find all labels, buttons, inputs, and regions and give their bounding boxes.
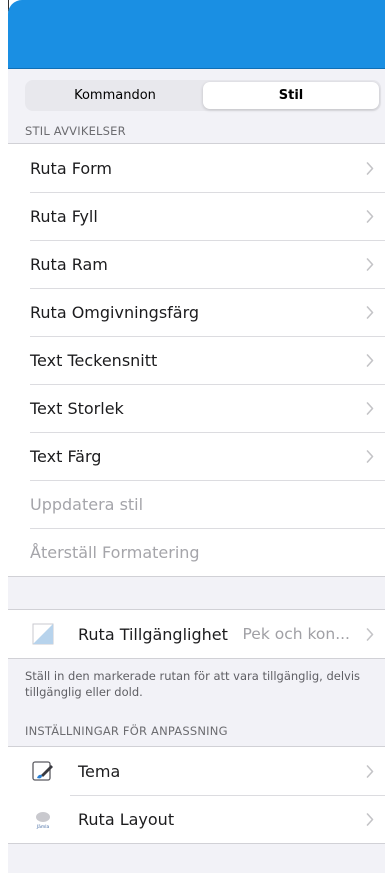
row-text-storlek[interactable]: Text Storlek: [8, 384, 385, 432]
row-label: Ruta Omgivningsfärg: [30, 302, 200, 322]
accessibility-value: Pek och kon...: [242, 625, 350, 643]
chevron-right-icon: [362, 209, 374, 223]
chevron-right-icon: [362, 449, 374, 463]
row-label: Ruta Tillgänglighet: [78, 624, 228, 644]
style-options-group: Ruta Form Ruta Fyll Ruta Ram Ruta Omgivn…: [8, 143, 385, 577]
row-label: Ruta Ram: [30, 254, 108, 274]
segmented-control: Kommandon Stil: [25, 80, 381, 111]
chevron-right-icon: [362, 401, 374, 415]
row-label: Text Färg: [30, 446, 102, 466]
tab-kommandon[interactable]: Kommandon: [27, 82, 203, 109]
customization-section-header: INSTÄLLNINGAR FÖR ANPASSNING: [25, 724, 228, 738]
row-label: Ruta Form: [30, 158, 113, 178]
row-label: Ruta Fyll: [30, 206, 98, 226]
chevron-right-icon: [362, 305, 374, 319]
segment-wrapper: Kommandon Stil: [8, 69, 385, 119]
triangle-half-icon: [30, 621, 56, 647]
tab-stil[interactable]: Stil: [203, 82, 379, 109]
row-label: Ruta Layout: [78, 809, 175, 829]
customization-group: Tema Jämla Ruta Layout: [8, 746, 385, 844]
chevron-right-icon: [362, 764, 374, 778]
row-ruta-layout[interactable]: Jämla Ruta Layout: [8, 795, 385, 843]
reset-formatting-button[interactable]: Återställ Formatering: [8, 528, 385, 576]
row-label: Text Teckensnitt: [30, 350, 158, 370]
accessibility-group: Ruta Tillgänglighet Pek och kon...: [8, 609, 385, 659]
row-tema[interactable]: Tema: [8, 747, 385, 795]
row-label: Tema: [78, 761, 121, 781]
row-ruta-omgivningsfarg[interactable]: Ruta Omgivningsfärg: [8, 288, 385, 336]
style-section-header: STIL AVVIKELSER: [25, 124, 126, 138]
chevron-right-icon: [362, 257, 374, 271]
chevron-right-icon: [362, 627, 374, 641]
row-ruta-ram[interactable]: Ruta Ram: [8, 240, 385, 288]
row-text-farg[interactable]: Text Färg: [8, 432, 385, 480]
row-text-teckensnitt[interactable]: Text Teckensnitt: [8, 336, 385, 384]
paint-brush-icon: [30, 758, 56, 784]
update-style-button[interactable]: Uppdatera stil: [8, 480, 385, 528]
settings-panel: Kommandon Stil STIL AVVIKELSER Ruta Form…: [8, 0, 385, 873]
chevron-right-icon: [362, 812, 374, 826]
top-bar: [8, 0, 385, 69]
row-ruta-form[interactable]: Ruta Form: [8, 144, 385, 192]
chevron-right-icon: [362, 353, 374, 367]
row-ruta-tillganglighet[interactable]: Ruta Tillgänglighet Pek och kon...: [8, 610, 385, 658]
cell-layout-icon: Jämla: [30, 806, 56, 832]
chevron-right-icon: [362, 161, 374, 175]
accessibility-footnote: Ställ in den markerade rutan för att var…: [25, 669, 361, 699]
row-label: Uppdatera stil: [30, 494, 144, 514]
row-label: Återställ Formatering: [30, 542, 200, 562]
cell-layout-icon-caption: Jämla: [36, 824, 50, 830]
row-ruta-fyll[interactable]: Ruta Fyll: [8, 192, 385, 240]
row-label: Text Storlek: [30, 398, 124, 418]
